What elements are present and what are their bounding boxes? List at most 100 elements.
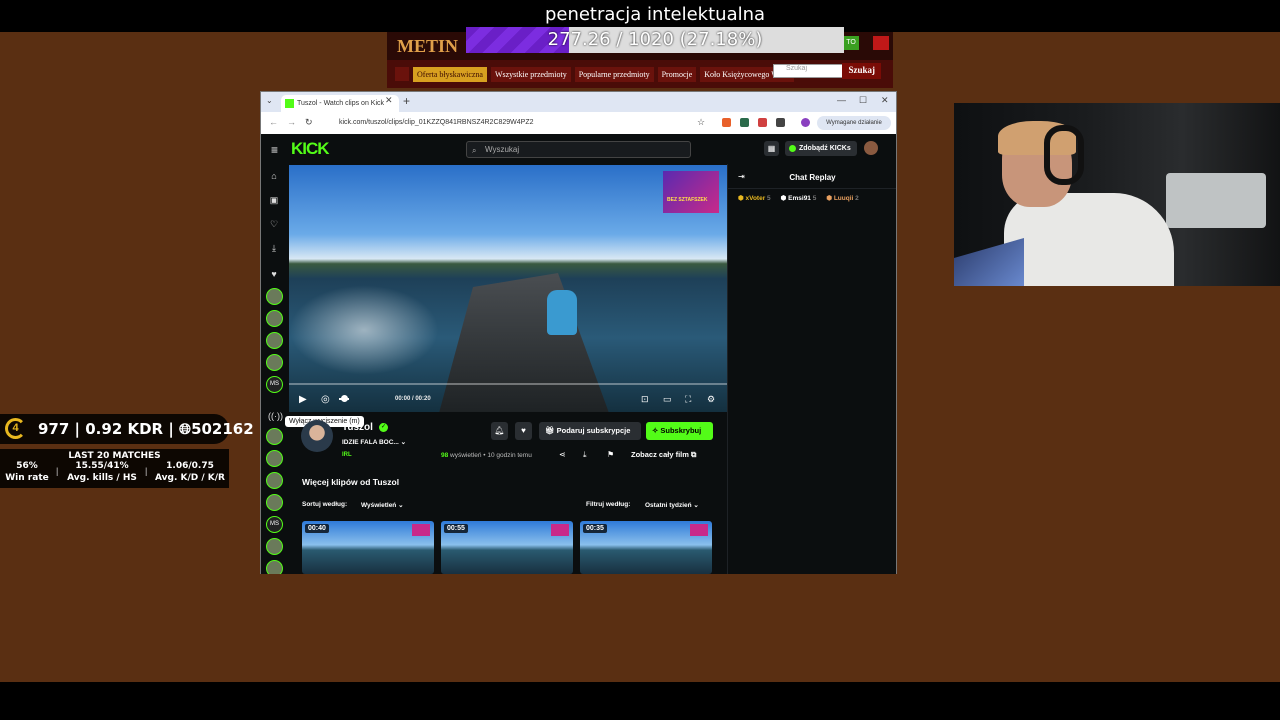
url-field[interactable]: kick.com/tuszol/clips/clip_01KZZQ841RBNS… — [325, 115, 705, 131]
stats-line: 977 | 0.92 KDR | 🌐︎502162 — [38, 420, 254, 438]
subscribe-label: Subskrybuj — [660, 426, 702, 435]
shop-nav-item[interactable]: Popularne przedmioty — [574, 66, 654, 82]
top-gifters: ⬢ xVoter 5 ⬢ Emsi91 5 ⬢ Luuqii 2 — [738, 194, 869, 202]
forward-icon[interactable]: → — [287, 117, 296, 127]
channel-name[interactable]: Tuszol — [342, 422, 373, 433]
clip-thumbnail[interactable]: 00:55 — [441, 521, 573, 574]
gifter-count: 5 — [767, 195, 771, 202]
kick-logo[interactable]: KICK — [291, 139, 330, 159]
download-icon[interactable]: ⤓ — [268, 242, 280, 254]
shop-search-input[interactable]: Szukaj — [773, 64, 849, 78]
sort-dropdown[interactable]: Wyświetleń ⌄ — [361, 501, 404, 509]
headphones — [1044, 125, 1084, 185]
hamburger-icon[interactable]: ≡ — [271, 143, 278, 157]
shop-nav-item[interactable]: Wszystkie przedmioty — [490, 66, 571, 82]
divider: | — [145, 466, 148, 476]
bookmark-star-icon[interactable]: ☆ — [697, 117, 705, 128]
download-icon[interactable]: ⤓ — [583, 450, 587, 460]
new-tab-icon[interactable]: + — [403, 94, 410, 108]
globe-icon: 🌐︎ — [179, 420, 192, 438]
share-icon[interactable]: ⋖ — [559, 450, 566, 459]
ad-text: BEZ SZTAFSZEK — [667, 197, 708, 203]
following-heart-icon[interactable]: ♡ — [268, 218, 280, 230]
clip-thumbnail[interactable]: 00:35 — [580, 521, 712, 574]
settings-icon[interactable]: ⚙ — [707, 394, 715, 405]
required-action-button[interactable]: Wymagane działanie — [817, 116, 891, 130]
tab-list-icon[interactable]: ⌄ — [266, 96, 276, 106]
theater-mode-icon[interactable]: ⊡ — [641, 394, 649, 405]
maximize-icon[interactable]: ☐ — [859, 95, 867, 106]
followed-channel-avatar[interactable] — [266, 354, 283, 371]
back-icon[interactable]: ← — [269, 117, 278, 127]
clip-views: 98 wyświetleń • 10 godzin temu — [441, 452, 532, 459]
followed-channel-avatar[interactable] — [266, 332, 283, 349]
recommended-channel-avatar[interactable] — [266, 494, 283, 511]
kick-search-input[interactable]: ⌕ Wyszukaj — [466, 141, 691, 158]
browse-icon[interactable]: ▣ — [268, 194, 280, 206]
filter-value: Ostatni tydzień — [645, 502, 692, 509]
sort-label: Sortuj według: — [302, 501, 348, 508]
gifter-count: 5 — [812, 195, 817, 202]
extension-icon[interactable] — [740, 118, 749, 127]
extension-icon[interactable] — [776, 118, 785, 127]
bottom-black-bar — [0, 682, 1280, 720]
live-recommended-icon: ((·)) — [268, 411, 283, 421]
home-icon[interactable]: ⌂ — [268, 170, 280, 182]
home-icon[interactable] — [395, 67, 409, 81]
recommended-channel-avatar[interactable] — [266, 450, 283, 467]
followed-channel-avatar[interactable]: MS — [266, 376, 283, 393]
notification-bell-icon[interactable]: 🔔︎ — [491, 422, 508, 440]
extension-icon[interactable] — [722, 118, 731, 127]
reload-icon[interactable]: ↻ — [305, 117, 313, 128]
volume-handle[interactable] — [341, 395, 348, 402]
layout-icon[interactable]: ▦ — [764, 141, 779, 156]
followed-channel-avatar[interactable] — [266, 310, 283, 327]
kick-sidebar: ⌂ ▣ ♡ ⤓ ♥ MS ((·)) MS — [261, 164, 288, 574]
channel-stream-title: IDZIE FALA BOC... — [342, 439, 399, 446]
shop-menu-icon[interactable] — [873, 36, 889, 50]
recommended-channel-avatar[interactable] — [266, 538, 283, 555]
stream-overlay-ad: BEZ SZTAFSZEK — [663, 171, 719, 213]
recommended-channel-avatar[interactable] — [266, 560, 283, 574]
shop-search-button[interactable]: Szukaj — [842, 63, 881, 79]
user-avatar[interactable] — [864, 141, 878, 155]
gifter-badge[interactable]: ⬢ xVoter 5 — [738, 195, 776, 202]
channel-avatar[interactable] — [301, 420, 333, 452]
recommended-channel-avatar[interactable] — [266, 472, 283, 489]
boat-scene — [439, 273, 609, 412]
thumbnail-overlay — [412, 524, 430, 536]
subscribe-button[interactable]: ✧ Subskrybuj — [646, 422, 713, 440]
close-window-icon[interactable]: ✕ — [881, 95, 889, 106]
video-progress-bar[interactable] — [289, 383, 727, 385]
fullscreen-icon[interactable]: ⛶ — [685, 394, 691, 405]
browser-tab[interactable]: Tuszol - Watch clips on Kick — [281, 95, 399, 112]
tab-bar: ⌄ Tuszol - Watch clips on Kick ✕ + — ☐ ✕ — [261, 92, 896, 112]
clip-thumbnail[interactable]: 00:40 — [302, 521, 434, 574]
play-icon[interactable]: ▶ — [299, 394, 307, 405]
followed-channel-avatar[interactable] — [266, 288, 283, 305]
pip-icon[interactable]: ▭ — [663, 394, 672, 405]
gift-subscription-button[interactable]: 🎁︎ Podaruj subskrypcje — [539, 422, 641, 440]
gifter-badge[interactable]: ⬢ Luuqii 2 — [826, 195, 863, 202]
recommended-channel-avatar[interactable] — [266, 428, 283, 445]
search-placeholder: Wyszukaj — [485, 145, 520, 154]
minimize-icon[interactable]: — — [837, 95, 846, 105]
video-player[interactable]: BEZ SZTAFSZEK ▶ ◎ 00:00 / 00:20 ⊡ ▭ ⛶ ⚙ — [289, 165, 727, 412]
muted-speaker-icon[interactable]: ◎ — [321, 394, 330, 405]
stream-title-dropdown[interactable]: IDZIE FALA BOC... ⌄ — [342, 438, 406, 446]
profile-icon[interactable] — [801, 118, 810, 127]
extension-icon[interactable] — [758, 118, 767, 127]
gifter-badge[interactable]: ⬢ Emsi91 5 — [781, 195, 822, 202]
category-link[interactable]: IRL — [342, 452, 352, 458]
filter-dropdown[interactable]: Ostatni tydzień ⌄ — [645, 501, 699, 509]
shop-nav-item[interactable]: Oferta błyskawiczna — [413, 66, 487, 82]
follow-heart-icon[interactable]: ♥ — [515, 422, 532, 440]
shop-nav-item[interactable]: Promocje — [657, 66, 697, 82]
watch-full-video-link[interactable]: Zobacz cały film ⧉ — [631, 450, 696, 460]
report-icon[interactable]: ⚑ — [607, 450, 614, 459]
shop-green-badge[interactable]: TO — [843, 36, 859, 50]
get-kicks-button[interactable]: Zdobądź KICKs — [785, 141, 857, 156]
close-tab-icon[interactable]: ✕ — [385, 95, 393, 106]
goal-text: 277.26 / 1020 (27.18%) — [547, 29, 763, 50]
recommended-channel-avatar[interactable]: MS — [266, 516, 283, 533]
